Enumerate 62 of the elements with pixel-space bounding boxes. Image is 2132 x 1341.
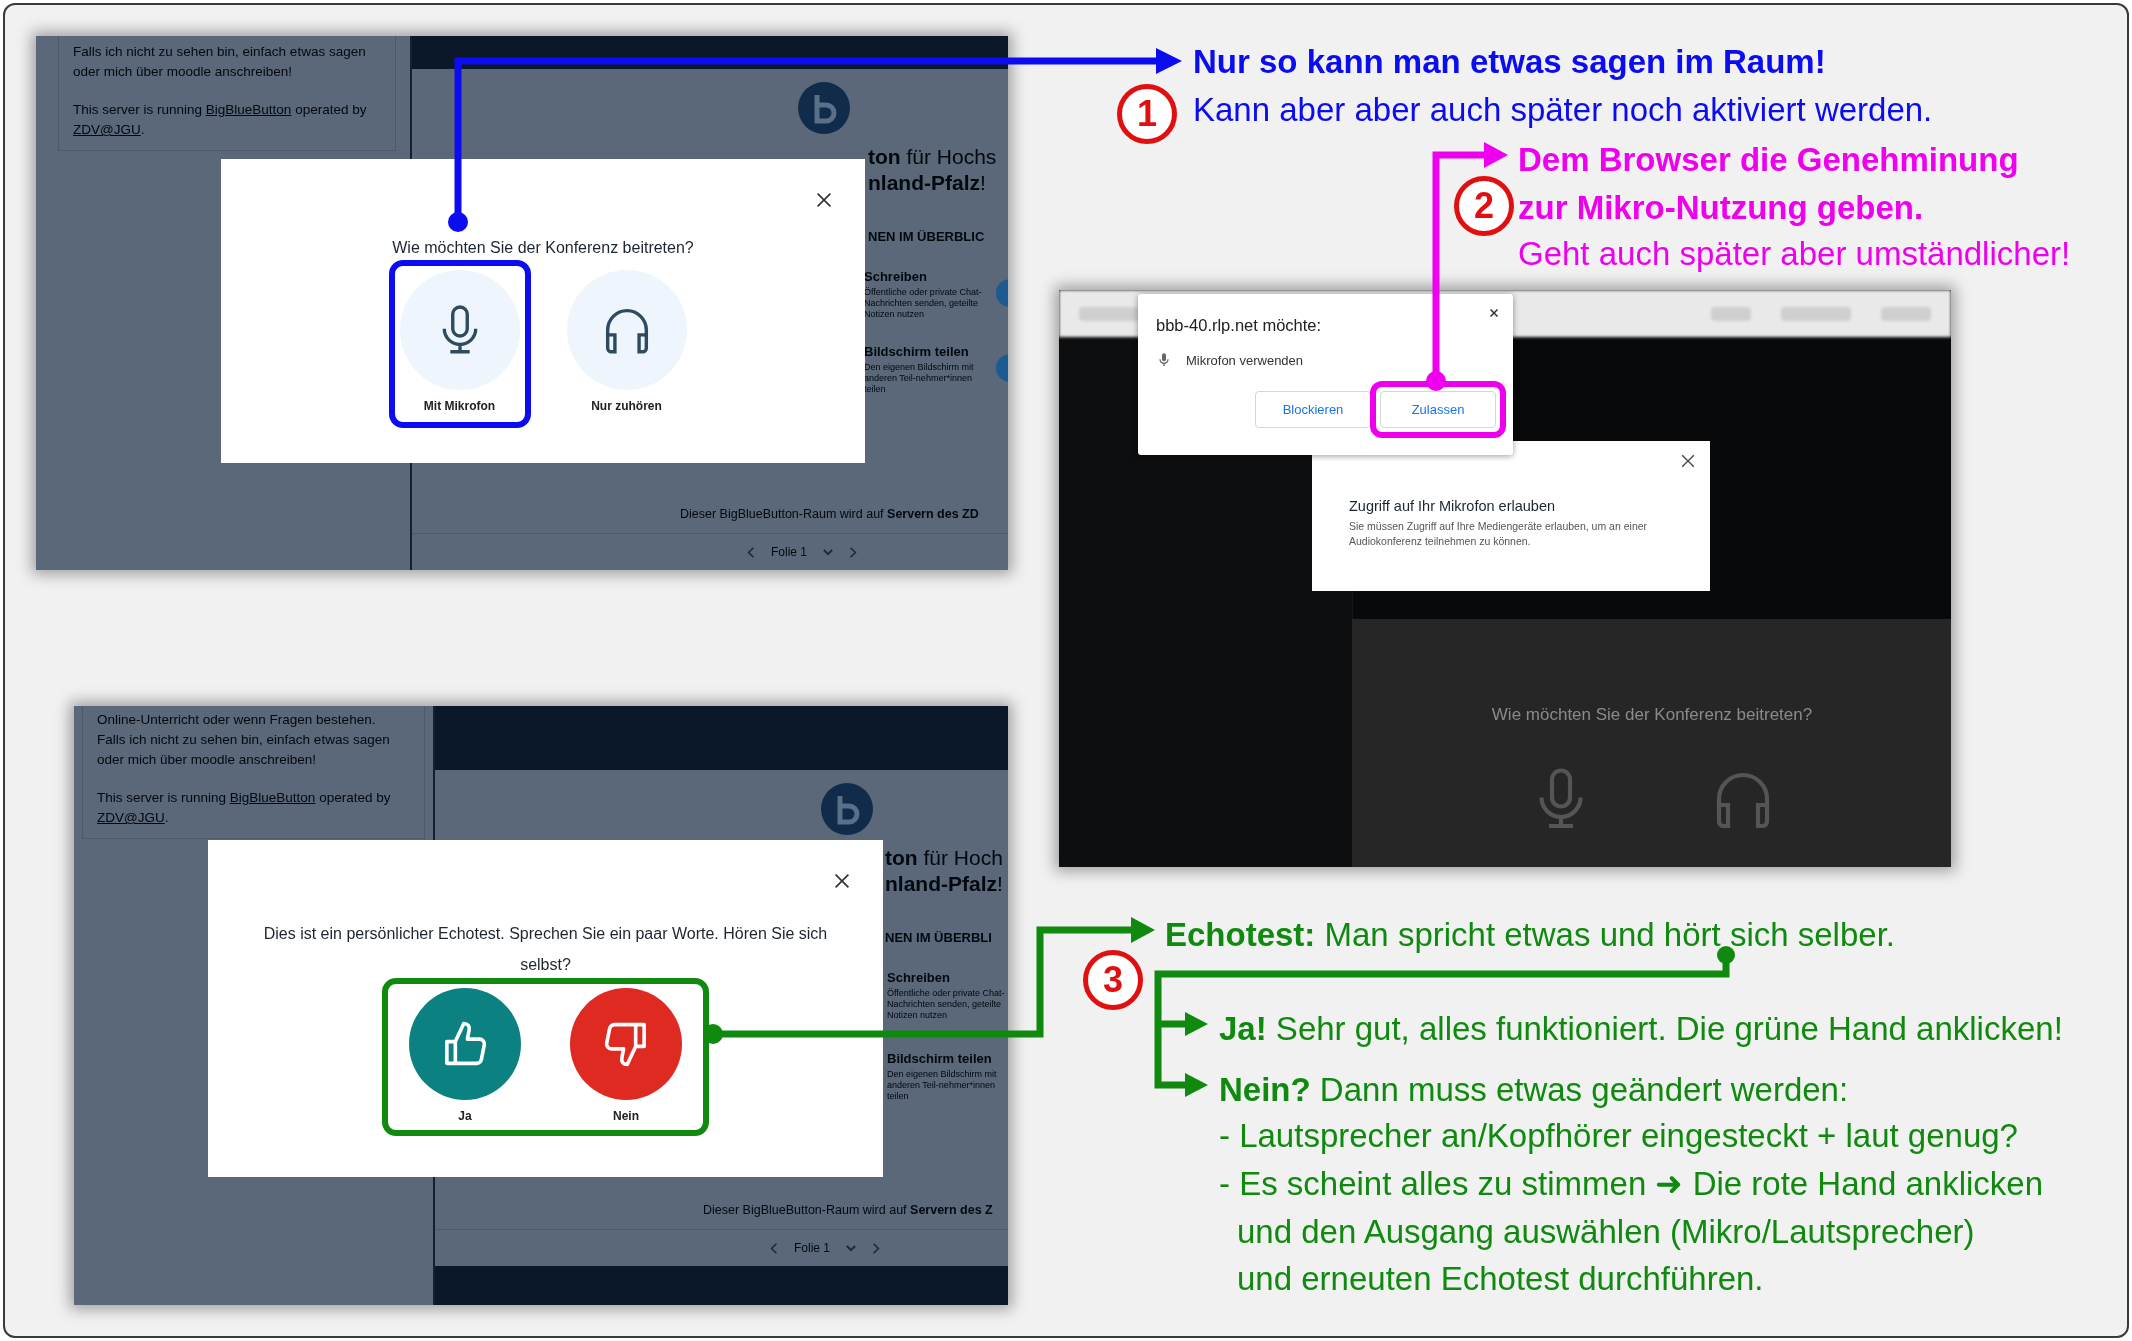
feature-title: Schreiben	[887, 970, 950, 986]
heading-text: nland-Pfalz!	[885, 871, 1003, 897]
footer-text: Dieser BigBlueButton-Raum wird auf Servern des Z	[703, 1203, 993, 1217]
dialog-question: Dies ist ein persönlicher Echotest. Sprechen Sie ein paar Worte. Hören Sie sich selbst?	[262, 924, 829, 975]
dialog-question: Wie möchten Sie der Konferenz beitreten?	[1491, 705, 1813, 725]
logo-icon	[821, 783, 873, 835]
heading-text: ton für Hochs	[868, 144, 997, 170]
microphone-icon	[1156, 352, 1172, 368]
chevron-left-icon[interactable]	[747, 545, 755, 559]
note-text: Falls ich nicht zu sehen bin, einfach etwas sagen oder mich über moodle anschreiben!	[97, 731, 391, 769]
callout-text: Echotest: Man spricht etwas und hört sich selber.	[1165, 915, 1895, 955]
callout-text: Nein? Dann muss etwas geändert werden:	[1219, 1070, 1849, 1110]
link[interactable]: ZDV@JGU	[73, 122, 141, 137]
callout-text: und erneuten Echotest durchführen.	[1237, 1259, 1764, 1299]
slide-label[interactable]: Folie 1	[794, 1241, 831, 1255]
step-number: 1	[1117, 84, 1177, 144]
footer-text: Dieser BigBlueButton-Raum wird auf Servern des ZD	[680, 507, 979, 521]
step-number: 2	[1454, 176, 1514, 236]
permission-text: Mikrofon verwenden	[1186, 352, 1304, 368]
feature-title: Schreiben	[864, 269, 927, 285]
callout-text: zur Mikro-Nutzung geben.	[1518, 188, 1924, 228]
logo-icon	[798, 82, 850, 134]
callout-text: und den Ausgang auswählen (Mikro/Lautsprecher)	[1237, 1212, 1975, 1252]
chevron-right-icon[interactable]	[872, 1241, 881, 1255]
feature-description: Öffentliche oder private Chat-Nachrichten senden, geteilte Notizen nutzen	[887, 988, 1006, 1021]
callout-text: Geht auch später aber umständlicher!	[1518, 234, 2071, 274]
link[interactable]: BigBlueButton	[229, 790, 316, 805]
chevron-left-icon[interactable]	[770, 1241, 778, 1255]
callout-text: Kann aber aber auch später noch aktiviert werden.	[1193, 90, 1933, 130]
chevron-down-icon[interactable]	[846, 1244, 857, 1252]
server-note: This server is running BigBlueButton operated by ZDV@JGU.	[73, 101, 368, 139]
chevron-down-icon[interactable]	[823, 548, 834, 556]
feature-description: Den eigenen Bildschirm mit anderen Teil-nehmer*innen teilen	[864, 362, 975, 395]
dialog-question: Wie möchten Sie der Konferenz beitreten?	[392, 238, 694, 258]
slide-label[interactable]: Folie 1	[771, 545, 808, 559]
callout-text: Ja! Sehr gut, alles funktioniert. Die grüne Hand anklicken!	[1219, 1009, 2063, 1049]
block-button[interactable]: Blockieren	[1255, 391, 1371, 428]
callout-text: - Es scheint alles zu stimmen ➜ Die rote Hand anklicken	[1219, 1164, 2043, 1204]
callout-text: Dem Browser die Genehminung	[1518, 140, 2019, 180]
feature-description: Öffentliche oder private Chat-Nachrichten senden, geteilte Notizen nutzen	[864, 287, 983, 320]
note-text: Online-Unterricht oder wenn Fragen bestehen.	[97, 711, 377, 729]
callout-text: Nur so kann man etwas sagen im Raum!	[1193, 42, 1826, 82]
link[interactable]: ZDV@JGU	[97, 810, 165, 825]
notice-text: Sie müssen Zugriff auf Ihre Mediengeräte erlauben, um an einer Audiokonferenz teilnehmen zu können.	[1349, 519, 1649, 549]
link[interactable]: BigBlueButton	[205, 102, 292, 117]
step-number: 3	[1083, 950, 1143, 1010]
note-text: Falls ich nicht zu sehen bin, einfach etwas sagen oder mich über moodle anschreiben!	[73, 43, 367, 81]
callout-text: - Lautsprecher an/Kopfhörer eingesteckt + laut genug?	[1219, 1116, 2018, 1156]
heading-text: nland-Pfalz!	[868, 170, 986, 196]
server-note: This server is running BigBlueButton operated by ZDV@JGU.	[97, 789, 392, 827]
feature-title: Bildschirm teilen	[887, 1051, 992, 1067]
microphone-option[interactable]: Mit Mikrofon	[388, 260, 531, 428]
close-icon[interactable]	[1487, 306, 1501, 320]
heading-text: ton für Hoch	[885, 845, 1003, 871]
feature-title: Bildschirm teilen	[864, 344, 969, 360]
popup-title: bbb-40.rlp.net möchte:	[1156, 315, 1323, 336]
section-title: NEN IM ÜBERBLIC	[868, 229, 985, 245]
allow-button[interactable]: Zulassen	[1380, 391, 1496, 428]
notice-title: Zugriff auf Ihr Mikrofon erlauben	[1349, 497, 1557, 516]
feature-description: Den eigenen Bildschirm mit anderen Teil-nehmer*innen teilen	[887, 1069, 998, 1102]
chevron-right-icon[interactable]	[849, 545, 858, 559]
section-title: NEN IM ÜBERBLI	[885, 930, 992, 946]
